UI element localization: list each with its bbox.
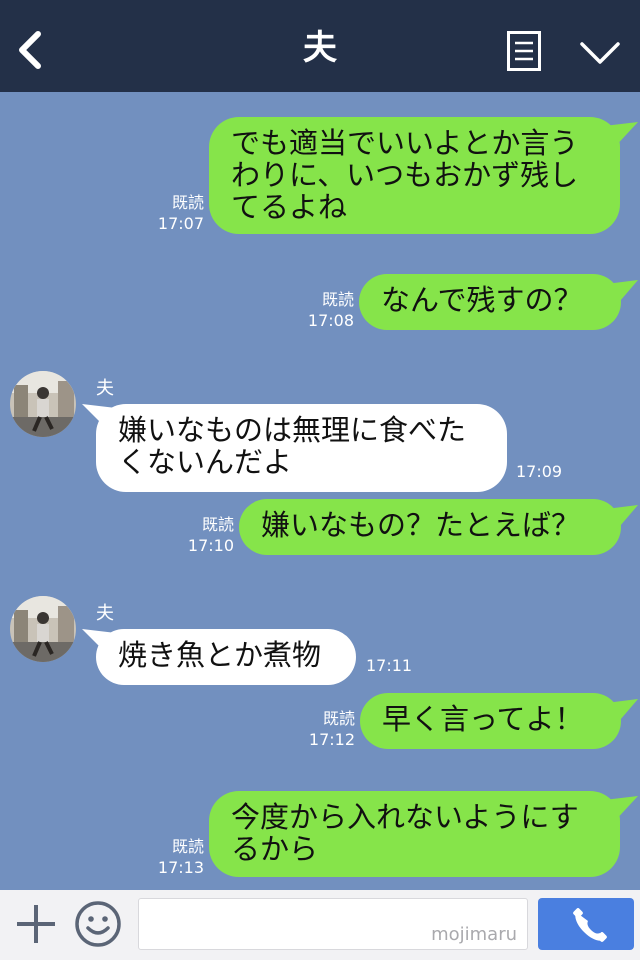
message-bubble-outgoing[interactable]: でも適当でいいよとか言う わりに、いつもおかず残し てるよね <box>209 117 620 234</box>
read-receipt: 既読 <box>322 709 355 728</box>
bubble-tail <box>604 122 638 150</box>
message-line: 今度から入れないようにす <box>231 800 579 834</box>
message-bubble-incoming[interactable]: 焼き魚とか煮物 <box>96 629 356 685</box>
message-line: でも適当でいいよとか言う <box>231 126 579 160</box>
message-meta: 既読 17:08 <box>290 289 354 331</box>
message-bubble-outgoing[interactable]: なんで残すの？ <box>359 274 621 330</box>
avatar[interactable] <box>10 596 76 662</box>
message-meta: 既読 17:07 <box>140 192 204 234</box>
message-time: 17:12 <box>308 730 355 749</box>
message-line: 早く言ってよ！ <box>382 702 584 736</box>
menu-list-icon <box>507 31 541 71</box>
emoji-icon <box>75 901 121 947</box>
message-time: 17:09 <box>516 462 563 481</box>
message-meta: 既読 17:12 <box>291 708 355 750</box>
chat-header: 夫 <box>0 0 640 92</box>
sender-name: 夫 <box>96 378 114 399</box>
avatar-photo <box>10 596 76 662</box>
add-button[interactable] <box>14 902 58 946</box>
message-bubble-outgoing[interactable]: 今度から入れないようにす るから <box>209 791 620 877</box>
message-time: 17:11 <box>366 656 413 675</box>
message-meta: 既読 17:10 <box>170 514 234 556</box>
message-line: 嫌いなものは無理に食べた <box>118 413 467 447</box>
message-bubble-incoming[interactable]: 嫌いなものは無理に食べた くないんだよ <box>96 404 507 492</box>
message-input[interactable]: mojimaru <box>138 898 528 950</box>
phone-icon <box>573 908 607 942</box>
chevron-down-icon <box>580 42 620 64</box>
message-line: くないんだよ <box>118 445 293 479</box>
emoji-button[interactable] <box>74 900 122 948</box>
bubble-tail <box>606 699 638 727</box>
watermark: mojimaru <box>431 924 517 945</box>
message-line: るから <box>231 832 319 866</box>
chat-title: 夫 <box>303 28 337 68</box>
read-receipt: 既読 <box>321 290 354 309</box>
message-line: なんで残すの？ <box>381 283 583 317</box>
collapse-button[interactable] <box>576 36 624 70</box>
sender-name: 夫 <box>96 603 114 624</box>
message-line: 焼き魚とか煮物 <box>118 638 322 672</box>
message-line: 嫌いなもの？たとえば？ <box>261 508 581 542</box>
message-time: 17:10 <box>187 536 234 555</box>
call-button[interactable] <box>538 898 634 950</box>
message-bubble-outgoing[interactable]: 早く言ってよ！ <box>360 693 621 749</box>
message-bubble-outgoing[interactable]: 嫌いなもの？たとえば？ <box>239 499 621 555</box>
menu-button[interactable] <box>507 31 541 71</box>
message-time: 17:13 <box>157 858 204 877</box>
read-receipt: 既読 <box>171 193 204 212</box>
bubble-tail <box>606 505 638 533</box>
bubble-tail <box>606 280 638 308</box>
plus-icon <box>17 905 55 943</box>
message-time: 17:07 <box>157 214 204 233</box>
message-meta: 既読 17:13 <box>140 836 204 878</box>
bubble-tail <box>604 796 638 824</box>
avatar[interactable] <box>10 371 76 437</box>
message-time: 17:08 <box>307 311 354 330</box>
read-receipt: 既読 <box>171 837 204 856</box>
read-receipt: 既読 <box>201 515 234 534</box>
message-line: てるよね <box>231 190 348 224</box>
avatar-photo <box>10 371 76 437</box>
message-line: わりに、いつもおかず残し <box>231 158 579 192</box>
